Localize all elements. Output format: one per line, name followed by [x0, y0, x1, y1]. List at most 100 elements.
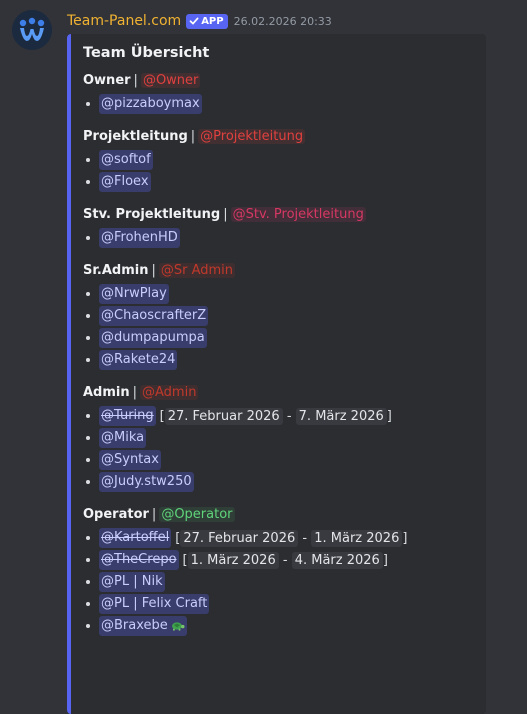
absence-dash: -: [286, 408, 292, 424]
user-mention[interactable]: @Mika: [99, 428, 147, 448]
role-mention[interactable]: @Admin: [140, 385, 199, 400]
bullet-icon: [86, 180, 90, 184]
timestamp[interactable]: 26.02.2026 20:33: [234, 15, 332, 28]
role-mention[interactable]: @Owner: [140, 73, 201, 88]
list-item: @Judy.stw250: [83, 471, 474, 493]
list-item: @Floex: [83, 171, 474, 193]
bullet-icon: [86, 536, 90, 540]
section-name: Stv. Projektleitung: [83, 207, 221, 222]
user-mention[interactable]: @PL | Felix Craft: [99, 594, 210, 614]
section-name: Admin: [83, 385, 130, 400]
user-mention[interactable]: @Judy.stw250: [99, 472, 194, 492]
user-mention[interactable]: @Rakete24: [99, 350, 178, 370]
team-panel-logo-icon: [12, 10, 52, 50]
user-mention[interactable]: @PL | Nik: [99, 572, 165, 592]
user-mention[interactable]: @pizzaboymax: [99, 94, 202, 114]
verified-check-icon: [189, 17, 199, 25]
user-mention[interactable]: @Turing: [99, 406, 156, 426]
member-list: @NrwPlay @ChaoscrafterZ @dumpapumpa @Rak…: [83, 283, 474, 371]
absence-to: 1. März 2026: [311, 529, 403, 547]
absence-from: 1. März 2026: [187, 551, 279, 569]
bullet-icon: [86, 558, 90, 562]
list-item: @NrwPlay: [83, 283, 474, 305]
user-mention[interactable]: @FrohenHD: [99, 228, 180, 248]
bullet-icon: [86, 236, 90, 240]
user-mention[interactable]: @TheCrepo: [99, 550, 179, 570]
list-item: @softof: [83, 149, 474, 171]
list-item: @Kartoffel[27. Februar 2026 - 1. März 20…: [83, 527, 474, 549]
absence-from: 27. Februar 2026: [180, 529, 299, 547]
absence-dash: -: [282, 552, 288, 568]
bullet-icon: [86, 158, 90, 162]
section-operator: Operator | @Operator @Kartoffel[27. Februa…: [83, 505, 474, 637]
section-title: Admin | @Admin: [83, 383, 474, 403]
list-item: @TheCrepo[1. März 2026 - 4. März 2026]: [83, 549, 474, 571]
bullet-icon: [86, 102, 90, 106]
absence-period: [27. Februar 2026 - 7. März 2026]: [159, 407, 392, 425]
bullet-icon: [86, 624, 90, 628]
bullet-icon: [86, 580, 90, 584]
embed: Team Übersicht Owner | @Owner @pizzaboymax…: [67, 34, 486, 714]
section-name: Operator: [83, 507, 149, 522]
member-list: @FrohenHD: [83, 227, 474, 249]
separator: |: [190, 129, 196, 144]
list-item: @pizzaboymax: [83, 93, 474, 115]
separator: |: [132, 385, 138, 400]
section-title: Projektleitung | @Projektleitung: [83, 127, 474, 147]
user-mention[interactable]: @dumpapumpa: [99, 328, 207, 348]
section-title: Sr.Admin | @Sr Admin: [83, 261, 474, 281]
list-item: @Mika: [83, 427, 474, 449]
list-item: @ChaoscrafterZ: [83, 305, 474, 327]
section-title: Operator | @Operator: [83, 505, 474, 525]
list-item: @Braxebe: [83, 615, 474, 637]
role-mention[interactable]: @Sr Admin: [158, 263, 236, 278]
role-mention[interactable]: @Stv. Projektleitung: [230, 207, 366, 222]
bullet-icon: [86, 480, 90, 484]
user-mention[interactable]: @Floex: [99, 172, 151, 192]
user-mention[interactable]: @softof: [99, 150, 153, 170]
absence-to: 7. März 2026: [295, 407, 387, 425]
bullet-icon: [86, 414, 90, 418]
user-mention[interactable]: @ChaoscrafterZ: [99, 306, 209, 326]
list-item: @PL | Nik: [83, 571, 474, 593]
list-item: @dumpapumpa: [83, 327, 474, 349]
app-badge: APP: [186, 13, 228, 29]
section-stv-projektleitung: Stv. Projektleitung | @Stv. Projektleitung…: [83, 205, 474, 249]
section-projektleitung: Projektleitung | @Projektleitung @softof @…: [83, 127, 474, 193]
list-item: @Rakete24: [83, 349, 474, 371]
section-name: Projektleitung: [83, 129, 188, 144]
app-badge-label: APP: [201, 15, 224, 27]
user-mention[interactable]: @Braxebe: [99, 616, 187, 636]
section-title: Stv. Projektleitung | @Stv. Projektleitung: [83, 205, 474, 225]
member-list: @pizzaboymax: [83, 93, 474, 115]
user-mention[interactable]: @NrwPlay: [99, 284, 169, 304]
user-mention[interactable]: @Kartoffel: [99, 528, 172, 548]
mention-text: @Braxebe: [101, 618, 168, 633]
absence-period: [27. Februar 2026 - 1. März 2026]: [175, 529, 408, 547]
role-mention[interactable]: @Projektleitung: [198, 129, 306, 144]
list-item: @FrohenHD: [83, 227, 474, 249]
member-list: @Kartoffel[27. Februar 2026 - 1. März 20…: [83, 527, 474, 637]
message-header: Team-Panel.com APP 26.02.2026 20:33: [67, 11, 332, 31]
separator: |: [151, 263, 156, 278]
bullet-icon: [86, 436, 90, 440]
avatar[interactable]: [12, 10, 52, 50]
list-item: @PL | Felix Craft: [83, 593, 474, 615]
embed-title: Team Übersicht: [83, 45, 210, 61]
username[interactable]: Team-Panel.com: [67, 13, 181, 29]
section-owner: Owner | @Owner @pizzaboymax: [83, 71, 474, 115]
absence-to: 4. März 2026: [291, 551, 383, 569]
turtle-icon: [171, 621, 185, 631]
role-mention[interactable]: @Operator: [159, 507, 235, 522]
absence-from: 27. Februar 2026: [164, 407, 283, 425]
bullet-icon: [86, 336, 90, 340]
section-name: Owner: [83, 73, 131, 88]
user-mention[interactable]: @Syntax: [99, 450, 161, 470]
section-sr-admin: Sr.Admin | @Sr Admin @NrwPlay @Chaoscrafte…: [83, 261, 474, 371]
member-list: @Turing[27. Februar 2026 - 7. März 2026]…: [83, 405, 474, 493]
member-list: @softof @Floex: [83, 149, 474, 193]
section-title: Owner | @Owner: [83, 71, 474, 91]
bullet-icon: [86, 458, 90, 462]
absence-dash: -: [302, 530, 308, 546]
section-admin: Admin | @Admin @Turing[27. Februar 2026 - …: [83, 383, 474, 493]
